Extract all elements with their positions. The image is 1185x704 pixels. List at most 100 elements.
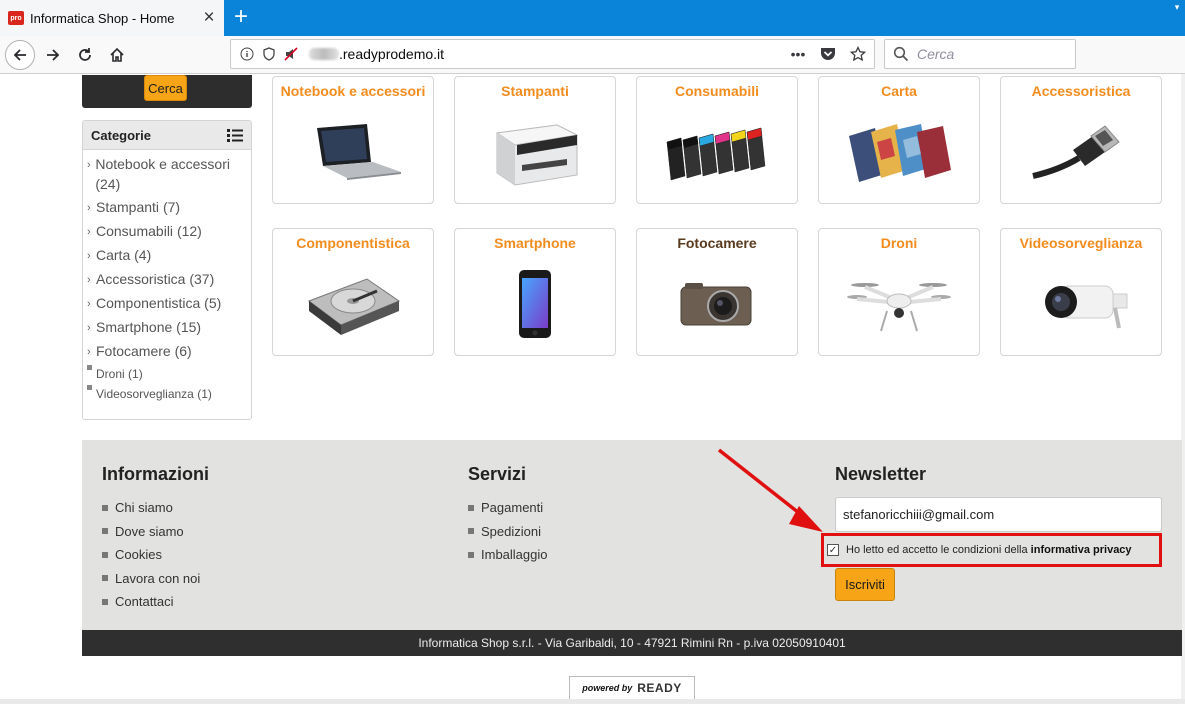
footer-link-lavora[interactable]: Lavora con noi (102, 567, 209, 591)
bookmark-star-icon[interactable] (848, 44, 868, 64)
category-item-stampanti[interactable]: › Stampanti (7) (87, 197, 247, 218)
footer-link-label[interactable]: Spedizioni (481, 524, 541, 539)
category-item-videosorveglianza[interactable]: Videosorveglianza (1) (87, 385, 247, 403)
category-item-smartphone[interactable]: › Smartphone (15) (87, 317, 247, 338)
card-accessoristica[interactable]: Accessoristica (1000, 76, 1162, 204)
camera-image[interactable] (637, 259, 797, 349)
powered-by-badge[interactable]: powered by READY (569, 676, 695, 700)
card-label[interactable]: Accessoristica (1001, 83, 1161, 99)
newsletter-title: Newsletter (835, 464, 927, 484)
footer-link-contattaci[interactable]: Contattaci (102, 590, 209, 614)
card-smartphone[interactable]: Smartphone (454, 228, 616, 356)
category-item-consumabili[interactable]: › Consumabili (12) (87, 221, 247, 242)
security-camera-image[interactable] (1001, 259, 1161, 349)
card-label[interactable]: Videosorveglianza (1001, 235, 1161, 251)
footer-link-pagamenti[interactable]: Pagamenti (468, 496, 548, 520)
list-icon[interactable] (227, 128, 243, 142)
card-label[interactable]: Consumabili (637, 83, 797, 99)
bullet-square-icon (468, 528, 474, 535)
forward-icon[interactable] (38, 40, 68, 70)
card-componentistica[interactable]: Componentistica (272, 228, 434, 356)
category-item-componentistica[interactable]: › Componentistica (5) (87, 293, 247, 314)
blocked-autoplay-icon[interactable] (283, 46, 299, 62)
company-info-bar: Informatica Shop s.r.l. - Via Garibaldi,… (82, 630, 1182, 656)
search-bar[interactable]: Cerca (884, 39, 1076, 69)
printer-image[interactable] (455, 107, 615, 197)
new-tab-icon[interactable]: + (228, 4, 254, 30)
home-icon[interactable] (102, 40, 132, 70)
hard-disk-image[interactable] (273, 259, 433, 349)
site-search-box: Cerca (82, 75, 252, 108)
card-label[interactable]: Carta (819, 83, 979, 99)
card-notebook[interactable]: Notebook e accessori (272, 76, 434, 204)
category-count: (24) (95, 176, 121, 192)
url-bar[interactable]: .readyprodemo.it ••• (230, 39, 875, 69)
footer-link-label[interactable]: Chi siamo (115, 500, 173, 515)
category-item-carta[interactable]: › Carta (4) (87, 245, 247, 266)
footer-link-label[interactable]: Imballaggio (481, 547, 548, 562)
card-label[interactable]: Droni (819, 235, 979, 251)
photo-paper-image[interactable] (819, 107, 979, 197)
drone-image[interactable] (819, 259, 979, 349)
smartphone-image[interactable] (455, 259, 615, 349)
newsletter-email-input[interactable]: stefanoricchiii@gmail.com (835, 497, 1162, 532)
back-icon[interactable] (5, 40, 35, 70)
subscribe-button[interactable]: Iscriviti (835, 568, 895, 601)
card-fotocamere[interactable]: Fotocamere (636, 228, 798, 356)
category-item-droni[interactable]: Droni (1) (87, 365, 247, 383)
close-icon[interactable]: × (198, 7, 220, 29)
card-consumabili[interactable]: Consumabili (636, 76, 798, 204)
site-search-button[interactable]: Cerca (144, 75, 187, 101)
card-carta[interactable]: Carta (818, 76, 980, 204)
footer-link-cookies[interactable]: Cookies (102, 543, 209, 567)
bullet-square-icon (102, 575, 108, 582)
category-item-fotocamere[interactable]: › Fotocamere (6) (87, 341, 247, 362)
search-icon (893, 46, 909, 62)
bullet-square-icon (102, 504, 108, 511)
powered-by-text: powered by (582, 683, 633, 693)
card-label[interactable]: Smartphone (455, 235, 615, 251)
category-label: Accessoristica (96, 271, 186, 287)
tracking-shield-icon[interactable] (261, 46, 277, 62)
reload-icon[interactable] (70, 40, 100, 70)
category-item-accessoristica[interactable]: › Accessoristica (37) (87, 269, 247, 290)
footer-link-label[interactable]: Pagamenti (481, 500, 543, 515)
categories-header: Categorie (83, 121, 251, 150)
browser-tab[interactable]: pro Informatica Shop - Home × (0, 0, 224, 36)
card-label[interactable]: Notebook e accessori (273, 83, 433, 99)
info-icon[interactable] (239, 46, 255, 62)
card-droni[interactable]: Droni (818, 228, 980, 356)
chevron-right-icon: › (87, 226, 91, 238)
card-videosorveglianza[interactable]: Videosorveglianza (1000, 228, 1162, 356)
chevron-right-icon: › (87, 274, 91, 286)
footer-link-label[interactable]: Cookies (115, 547, 162, 562)
pocket-icon[interactable] (818, 44, 838, 64)
hdmi-cable-image[interactable] (1001, 107, 1161, 197)
tab-list-icon[interactable]: ▾ (1169, 0, 1185, 16)
bullet-square-icon (468, 551, 474, 558)
laptop-image[interactable] (273, 107, 433, 197)
privacy-policy-link[interactable]: informativa privacy (1031, 544, 1132, 556)
card-label[interactable]: Componentistica (273, 235, 433, 251)
page-actions-icon[interactable]: ••• (788, 44, 808, 64)
footer-newsletter-column: Newsletter (835, 464, 926, 496)
category-label: Componentistica (96, 295, 201, 311)
url-text[interactable]: .readyprodemo.it (339, 46, 444, 62)
ink-cartridges-image[interactable] (637, 107, 797, 197)
footer-link-label[interactable]: Dove siamo (115, 524, 184, 539)
footer-link-label[interactable]: Lavora con noi (115, 571, 200, 586)
category-item-notebook[interactable]: › Notebook e accessori (24) (87, 154, 247, 194)
chevron-right-icon: › (87, 298, 91, 310)
footer-link-label[interactable]: Contattaci (115, 594, 174, 609)
card-label[interactable]: Fotocamere (637, 235, 797, 251)
footer-link-imballaggio[interactable]: Imballaggio (468, 543, 548, 567)
footer-info-column: Informazioni Chi siamo Dove siamo Cookie… (102, 464, 209, 614)
footer-link-spedizioni[interactable]: Spedizioni (468, 520, 548, 544)
chevron-right-icon: › (87, 202, 91, 214)
card-stampanti[interactable]: Stampanti (454, 76, 616, 204)
category-count: (15) (176, 319, 202, 335)
footer-link-dove-siamo[interactable]: Dove siamo (102, 520, 209, 544)
footer-link-chi-siamo[interactable]: Chi siamo (102, 496, 209, 520)
category-count: (1) (197, 387, 212, 401)
card-label[interactable]: Stampanti (455, 83, 615, 99)
